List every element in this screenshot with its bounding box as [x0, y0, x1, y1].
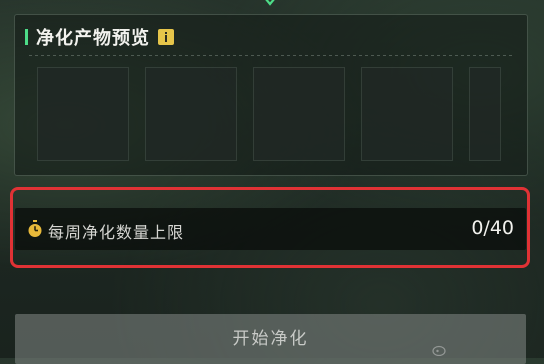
- weekly-limit-value: 0/40: [471, 217, 514, 239]
- panel-title: 净化产物预览: [36, 28, 150, 49]
- info-icon[interactable]: [158, 29, 174, 45]
- output-slot[interactable]: [469, 67, 501, 161]
- panel-header: 净化产物预览: [25, 25, 174, 49]
- header-accent-bar: [25, 29, 28, 45]
- start-purify-button[interactable]: 开始净化: [15, 314, 526, 364]
- output-slot[interactable]: [361, 67, 453, 161]
- stopwatch-icon: [28, 220, 42, 237]
- weekly-limit-bar: 每周净化数量上限 0/40: [15, 208, 526, 250]
- chevron-down-icon: [265, 0, 275, 6]
- panel-divider: [29, 55, 515, 56]
- watermark-icon: [432, 345, 446, 356]
- output-preview-panel: 净化产物预览: [14, 14, 528, 176]
- weekly-limit-label: 每周净化数量上限: [48, 223, 185, 242]
- output-slot[interactable]: [145, 67, 237, 161]
- output-slot[interactable]: [253, 67, 345, 161]
- output-slot[interactable]: [37, 67, 129, 161]
